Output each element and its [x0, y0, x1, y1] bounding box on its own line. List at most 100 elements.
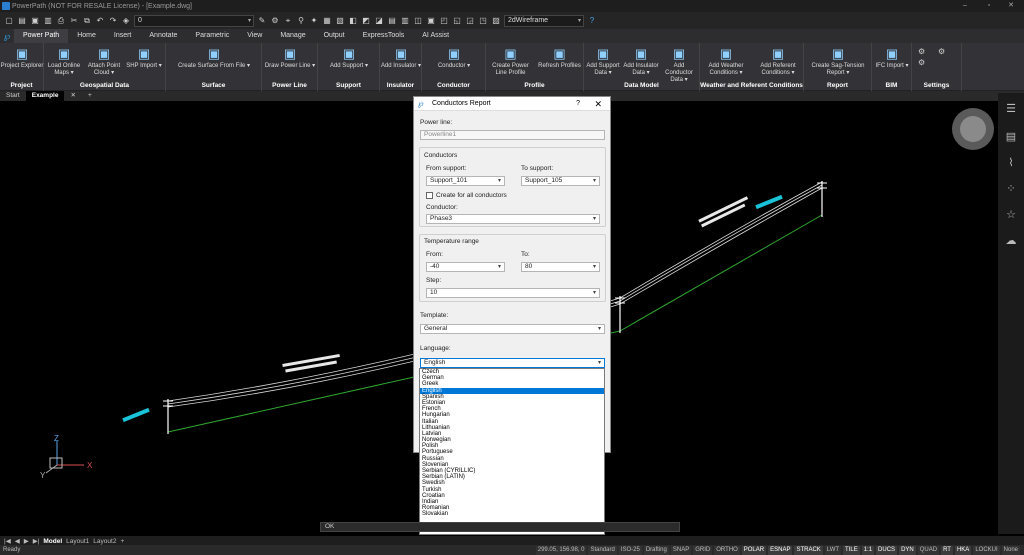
attachments-icon[interactable]: ⌇ [1003, 155, 1019, 171]
weather-button[interactable]: ▣ Add Weather Conditions ▾ [700, 46, 752, 77]
step-select[interactable]: 10 ▾ [426, 288, 600, 298]
tool-icon-17[interactable]: ◳ [478, 16, 488, 26]
tool-icon-13[interactable]: ▣ [426, 16, 436, 26]
undo-icon[interactable]: ↶ [95, 16, 105, 26]
shp-import-button[interactable]: ▣ SHP Import ▾ [124, 46, 164, 70]
last-layout-button[interactable]: ▶| [33, 537, 40, 545]
tab-parametric[interactable]: Parametric [186, 29, 238, 43]
minimize-button[interactable]: – [954, 0, 976, 12]
project-explorer-button[interactable]: ▣ Project Explorer [0, 46, 44, 70]
dim-style[interactable]: ISO-25 [618, 545, 642, 555]
insulator-button[interactable]: ▣ Add Insulator ▾ [380, 46, 422, 70]
tool-icon-1[interactable]: ⚙ [270, 16, 280, 26]
workspace[interactable]: Drafting [643, 545, 669, 555]
language-option[interactable]: Slovakian [420, 511, 604, 517]
print-icon[interactable]: ⎙ [56, 16, 66, 26]
layer-select[interactable]: 0 ▾ [134, 14, 254, 27]
tab-home[interactable]: Home [68, 29, 105, 43]
tool-icon-8[interactable]: ◩ [361, 16, 371, 26]
tool-icon-3[interactable]: ⚲ [296, 16, 306, 26]
view-cube-icon[interactable] [952, 108, 994, 150]
doc-tab-example[interactable]: Example [25, 91, 65, 101]
conductor-button[interactable]: ▣ Conductor ▾ [422, 46, 486, 70]
layout-tab-layout1[interactable]: Layout1 [66, 538, 89, 545]
tab-annotate[interactable]: Annotate [140, 29, 186, 43]
status-toggle-grid[interactable]: GRID [693, 545, 713, 555]
open-file-icon[interactable]: ▤ [17, 16, 27, 26]
status-toggle-hka[interactable]: HKA [954, 545, 972, 555]
cut-icon[interactable]: ✂ [69, 16, 79, 26]
properties-icon[interactable]: ☰ [1003, 101, 1019, 117]
status-toggle-dyn[interactable]: DYN [899, 545, 916, 555]
settings-icon-3[interactable]: ⚙ [938, 47, 945, 56]
cloud-icon[interactable]: ☁ [1003, 233, 1019, 249]
settings-icon-2[interactable]: ⚙ [918, 58, 925, 67]
support-button[interactable]: ▣ Add Support ▾ [318, 46, 380, 70]
profile-button[interactable]: ▣ Create Power Line Profile [486, 46, 535, 77]
redo-icon[interactable]: ↷ [108, 16, 118, 26]
refresh-profiles-button[interactable]: ▣ Refresh Profiles [535, 46, 584, 70]
save-icon[interactable]: ▣ [30, 16, 40, 26]
ifc-button[interactable]: ▣ IFC Import ▾ [872, 46, 912, 70]
conductor-select[interactable]: Phase3 ▾ [426, 214, 600, 224]
save-as-icon[interactable]: ▥ [43, 16, 53, 26]
match-properties-icon[interactable]: ✎ [257, 16, 267, 26]
first-layout-button[interactable]: |◀ [4, 537, 11, 545]
next-layout-button[interactable]: ▶ [24, 537, 29, 545]
structure-icon[interactable]: ⁘ [1003, 181, 1019, 197]
from-support-select[interactable]: Support_101 ▾ [426, 176, 505, 186]
tool-icon-18[interactable]: ▨ [491, 16, 501, 26]
doc-tab-start[interactable]: Start [0, 91, 26, 101]
status-toggle-quad[interactable]: QUAD [917, 545, 940, 555]
tool-icon-5[interactable]: ▦ [322, 16, 332, 26]
tool-icon-2[interactable]: ⌖ [283, 16, 293, 26]
language-dropdown-list[interactable]: Czech German Greek English Spanish Estonian Fr… [419, 368, 605, 535]
command-line[interactable]: OK [320, 522, 680, 532]
tool-icon-15[interactable]: ◱ [452, 16, 462, 26]
prev-layout-button[interactable]: ◀ [15, 537, 20, 545]
report-button[interactable]: ▣ Create Sag-Tension Report ▾ [804, 46, 872, 77]
app-menu-icon[interactable]: ℘ [0, 29, 14, 43]
referent-button[interactable]: ▣ Add Referent Conditions ▾ [752, 46, 804, 77]
favorites-icon[interactable]: ☆ [1003, 207, 1019, 223]
status-toggle-polar[interactable]: POLAR [741, 545, 767, 555]
tab-ai-assist[interactable]: AI Assist [413, 29, 458, 43]
status-toggle-rt[interactable]: RT [941, 545, 953, 555]
status-toggle-ortho[interactable]: ORTHO [714, 545, 740, 555]
status-toggle-strack[interactable]: STRACK [794, 545, 823, 555]
tab-view[interactable]: View [238, 29, 271, 43]
close-icon[interactable]: ✕ [594, 97, 602, 111]
all-conductors-checkbox[interactable] [426, 192, 433, 199]
help-button[interactable]: ? [576, 97, 580, 111]
close-tab-icon[interactable]: ✕ [64, 91, 81, 101]
tab-output[interactable]: Output [315, 29, 354, 43]
layer-icon[interactable]: ◈ [121, 16, 131, 26]
close-window-button[interactable]: ✕ [1000, 0, 1022, 12]
temp-from-select[interactable]: -40 ▾ [426, 262, 505, 272]
status-toggle-esnap[interactable]: ESNAP [768, 545, 793, 555]
copy-icon[interactable]: ⧉ [82, 16, 92, 26]
status-toggle-ducs[interactable]: DUCS [876, 545, 898, 555]
conductor-data-button[interactable]: ▣ Add Conductor Data ▾ [660, 46, 698, 84]
tool-icon-16[interactable]: ◲ [465, 16, 475, 26]
power-line-button[interactable]: ▣ Draw Power Line ▾ [262, 46, 318, 70]
tool-icon-14[interactable]: ◰ [439, 16, 449, 26]
help-icon[interactable]: ? [587, 16, 597, 26]
template-select[interactable]: General ▾ [420, 324, 605, 334]
text-style[interactable]: Standard [588, 545, 617, 555]
status-toggle-lwt[interactable]: LWT [824, 545, 842, 555]
tool-icon-10[interactable]: ▤ [387, 16, 397, 26]
map-button[interactable]: ▣ Load Online Maps ▾ [44, 46, 84, 77]
layers-icon[interactable]: ▤ [1003, 129, 1019, 145]
surface-button[interactable]: ▣ Create Surface From File ▾ [166, 46, 262, 70]
layout-tab-model[interactable]: Model [43, 538, 62, 545]
status-toggle-none[interactable]: None [1001, 545, 1020, 555]
status-toggle-snap[interactable]: SNAP [670, 545, 692, 555]
tool-icon-9[interactable]: ◪ [374, 16, 384, 26]
point-cloud-button[interactable]: ▣ Attach Point Cloud ▾ [84, 46, 124, 77]
language-select[interactable]: English ▾ [420, 358, 605, 368]
tab-manage[interactable]: Manage [271, 29, 314, 43]
tool-icon-12[interactable]: ◫ [413, 16, 423, 26]
settings-icon-1[interactable]: ⚙ [918, 47, 925, 56]
insulator-data-button[interactable]: ▣ Add Insulator Data ▾ [622, 46, 660, 77]
